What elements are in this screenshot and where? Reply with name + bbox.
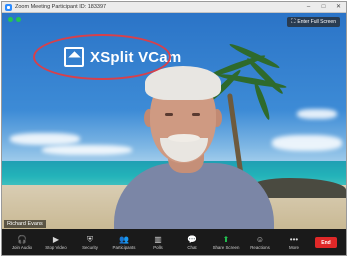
fullscreen-label: Enter Full Screen bbox=[297, 19, 336, 25]
participants-label: Participants bbox=[112, 244, 136, 250]
cloud bbox=[42, 145, 132, 155]
cloud bbox=[272, 135, 342, 151]
share-screen-icon: ⬆ bbox=[222, 234, 230, 244]
cloud bbox=[10, 133, 80, 145]
window-title: Zoom Meeting Participant ID: 183397 bbox=[15, 4, 107, 10]
security-button[interactable]: ⛨ Security bbox=[73, 231, 107, 255]
title-bar: Zoom Meeting Participant ID: 183397 – □ … bbox=[2, 2, 346, 13]
more-icon: ••• bbox=[289, 234, 299, 244]
zoom-logo-icon bbox=[5, 3, 12, 11]
reactions-label: Reactions bbox=[250, 244, 270, 250]
join-audio-button[interactable]: 🎧 Join Audio bbox=[5, 231, 39, 255]
headphones-icon: 🎧 bbox=[17, 234, 27, 244]
more-button[interactable]: ••• More bbox=[277, 231, 311, 255]
end-meeting-button[interactable]: End bbox=[315, 237, 337, 248]
person-eye bbox=[165, 113, 173, 116]
share-screen-label: Share Screen bbox=[212, 244, 240, 250]
security-label: Security bbox=[82, 244, 98, 250]
maximize-icon[interactable]: □ bbox=[320, 4, 327, 11]
chat-label: Chat bbox=[187, 244, 197, 250]
person-eye bbox=[192, 113, 200, 116]
minimize-icon[interactable]: – bbox=[305, 4, 312, 11]
reactions-button[interactable]: ☺ Reactions bbox=[243, 231, 277, 255]
more-label: More bbox=[288, 244, 299, 250]
chat-icon: 💬 bbox=[187, 234, 197, 244]
polls-icon: ▥ bbox=[154, 234, 162, 244]
stop-video-button[interactable]: ▶ Stop Video bbox=[39, 231, 73, 255]
shield-icon: ⛨ bbox=[87, 234, 93, 244]
join-audio-label: Join Audio bbox=[11, 244, 33, 250]
zoom-window: Zoom Meeting Participant ID: 183397 – □ … bbox=[1, 1, 347, 256]
polls-button[interactable]: ▥ Polls bbox=[141, 231, 175, 255]
cloud bbox=[297, 109, 337, 119]
video-feed: ⛶ Enter Full Screen XSplit VCam Richard … bbox=[2, 13, 346, 229]
fullscreen-icon: ⛶ bbox=[291, 18, 296, 25]
close-icon[interactable]: ✕ bbox=[335, 4, 342, 11]
window-controls: – □ ✕ bbox=[305, 4, 342, 11]
reactions-icon: ☺ bbox=[255, 234, 265, 244]
participant-name-label: Richard Evans bbox=[4, 220, 46, 228]
polls-label: Polls bbox=[153, 244, 163, 250]
share-screen-button[interactable]: ⬆ Share Screen bbox=[209, 231, 243, 255]
encryption-shield-icon bbox=[16, 17, 21, 22]
video-camera-icon: ▶ bbox=[52, 234, 60, 244]
participants-button[interactable]: 👥 Participants bbox=[107, 231, 141, 255]
participants-icon: 👥 bbox=[119, 234, 129, 244]
palm-frond bbox=[252, 81, 272, 121]
enter-full-screen-button[interactable]: ⛶ Enter Full Screen bbox=[287, 17, 340, 27]
stop-video-label: Stop Video bbox=[45, 244, 67, 250]
highlight-annotation bbox=[33, 34, 171, 80]
person-mustache bbox=[168, 134, 200, 142]
chat-button[interactable]: 💬 Chat bbox=[175, 231, 209, 255]
status-indicator-icon bbox=[8, 17, 13, 22]
meeting-toolbar: 🎧 Join Audio ▶ Stop Video ⛨ Security 👥 P… bbox=[2, 229, 346, 255]
